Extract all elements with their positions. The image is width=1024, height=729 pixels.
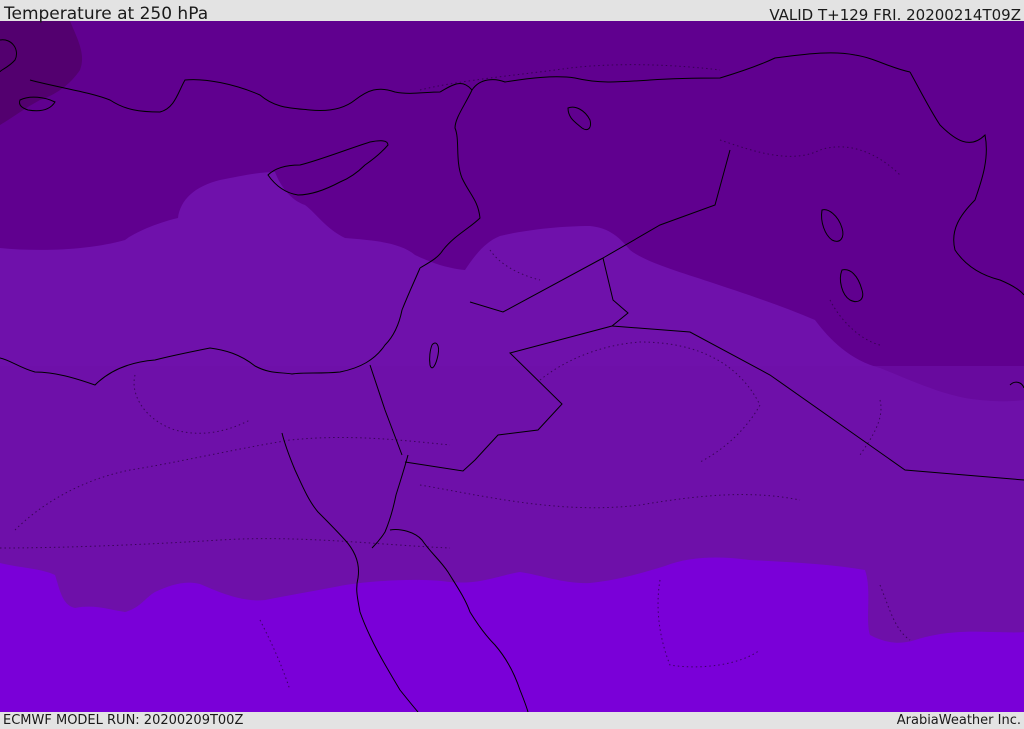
temperature-map (0, 21, 1024, 712)
footer-bar: ECMWF MODEL RUN: 20200209T00Z ArabiaWeat… (0, 712, 1024, 729)
model-run-label: ECMWF MODEL RUN: 20200209T00Z (3, 713, 244, 728)
header-bar: Temperature at 250 hPa VALID T+129 FRI. … (0, 0, 1024, 24)
valid-time-label: VALID T+129 FRI. 20200214T09Z (769, 6, 1021, 24)
credit-label: ArabiaWeather Inc. (896, 713, 1021, 728)
weather-map-frame: Temperature at 250 hPa VALID T+129 FRI. … (0, 0, 1024, 729)
map-area (0, 21, 1024, 712)
map-title: Temperature at 250 hPa (4, 4, 209, 24)
